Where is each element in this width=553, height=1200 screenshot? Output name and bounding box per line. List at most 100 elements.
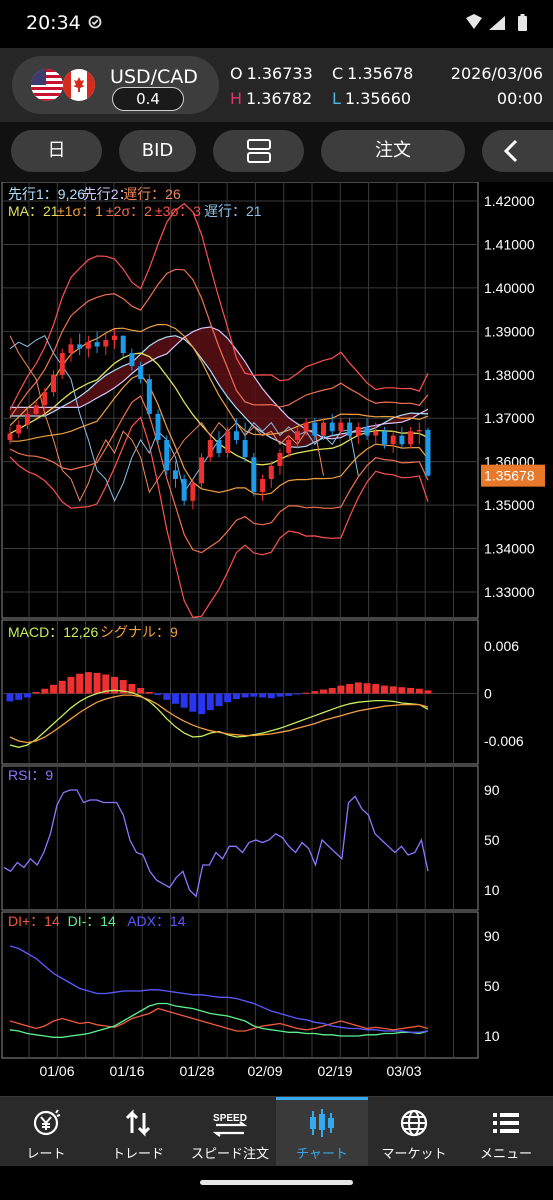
candle-body [94,342,100,347]
currency-pair-selector[interactable]: USD/CAD 0.4 [12,56,219,114]
macd-histogram-bar [189,693,197,712]
macd-histogram-bar [180,693,188,708]
macd-histogram-bar [293,693,301,695]
candle-body [355,426,361,436]
date-tick-label: 01/28 [179,1063,214,1079]
us-flag-icon [31,69,63,101]
tab-trade-label: トレード [111,1147,164,1162]
macd-histogram-bar [250,693,258,697]
rsi-legend: RSI：9 [8,767,53,783]
candle-body [408,431,414,445]
tab-chart-label: チャート [296,1147,348,1162]
candle-body [416,429,422,432]
trade-arrows-icon [125,1109,151,1137]
yen-rate-icon [33,1109,61,1136]
chevron-left-icon [503,139,518,163]
candle-date: 2026/03/06 [450,64,543,83]
candle-body [294,431,300,440]
macd-histogram-bar [206,693,214,711]
rsi-tick-label: 90 [484,782,500,798]
candle-body [260,479,266,493]
candle-body [303,422,309,432]
macd-histogram-bar [50,684,58,694]
macd-histogram-bar [424,690,432,694]
macd-histogram-bar [84,672,92,694]
bollinger-legend: ±2σ：2 [106,203,152,219]
ichimoku-legend: 遅行：26 [123,186,181,202]
candle-body [85,342,91,349]
tab-speed-order[interactable]: SPEED スピード注文 [184,1097,276,1167]
candle-body [7,433,13,440]
status-bar: 20:34 [0,0,553,48]
home-indicator [200,1180,353,1185]
candle-body [51,374,57,393]
candle-time: 00:00 [496,89,543,108]
macd-histogram-bar [58,680,66,694]
tab-rate[interactable]: レート [0,1097,92,1167]
candle-body [242,439,248,458]
candle-body [120,335,126,354]
candle-body [390,435,396,445]
macd-histogram-bar [137,687,145,694]
candle-body [425,429,431,476]
macd-legend: シグナル：9 [100,624,178,640]
macd-histogram-bar [232,693,240,700]
macd-tick-label: -0.006 [484,733,524,749]
candle-body [16,424,22,434]
macd-histogram-bar [23,693,31,698]
chart-area[interactable]: 1.42000 1.41000 1.40000 1.39000 1.38000 1.370… [0,182,553,1096]
tab-chart[interactable]: チャート [276,1097,368,1167]
candle-body [312,422,318,436]
status-time: 20:34 [26,12,81,34]
candle-body [33,405,39,414]
rsi-tick-label: 50 [484,832,500,848]
tab-trade[interactable]: トレード [92,1097,184,1167]
macd-histogram-bar [93,672,101,694]
candle-body [146,379,152,414]
dmi-legend: DI-：14 [68,913,116,929]
low-price: L 1.35660 [332,89,412,108]
sync-status-icon [88,15,102,29]
battery-icon [518,14,527,31]
spread-value: 0.4 [112,87,184,111]
macd-histogram-bar [215,693,223,707]
candle-body [364,426,370,436]
layout-button[interactable] [213,130,304,172]
rate-header: USD/CAD 0.4 O 1.36733 C 1.35678 H 1.36782 L… [0,48,553,122]
dmi-legend: ADX：14 [127,913,186,929]
macd-histogram-bar [354,682,362,694]
macd-histogram-bar [224,693,232,703]
tab-menu[interactable]: メニュー [460,1097,552,1167]
candle-body [251,457,257,493]
candle-body [268,466,274,480]
collapse-button[interactable] [482,130,553,172]
macd-histogram-bar [389,686,397,694]
candle-body [399,435,405,445]
macd-histogram-bar [302,692,310,694]
candle-body [347,422,353,436]
date-tick-label: 02/19 [317,1063,352,1079]
date-tick-label: 01/16 [109,1063,144,1079]
tab-menu-label: メニュー [479,1147,532,1162]
macd-histogram-bar [241,693,249,698]
dmi-legend: DI+：14 [8,913,60,929]
bollinger-legend: ±3σ：3 [155,203,201,219]
dmi-tick-label: 90 [484,928,500,944]
candle-body [277,452,283,467]
bid-ask-button[interactable]: BID [119,130,196,172]
tab-market[interactable]: マーケット [368,1097,460,1167]
candle-body [338,422,344,432]
active-tab-indicator [276,1097,368,1100]
period-button[interactable]: 日 [11,130,102,172]
macd-histogram-bar [67,676,75,694]
tab-speed-order-label: スピード注文 [190,1147,269,1162]
chart-toolbar: 日 BID 注文 [0,122,553,182]
chart-canvas[interactable]: 1.42000 1.41000 1.40000 1.39000 1.38000 1.370… [0,182,553,1096]
candle-body [207,439,213,458]
macd-histogram-bar [145,691,153,694]
price-tick-label: 1.34000 [484,541,535,557]
macd-histogram-bar [276,693,284,697]
date-tick-label: 03/03 [386,1063,421,1079]
macd-tick-label: 0 [484,686,492,702]
order-button[interactable]: 注文 [321,130,465,172]
